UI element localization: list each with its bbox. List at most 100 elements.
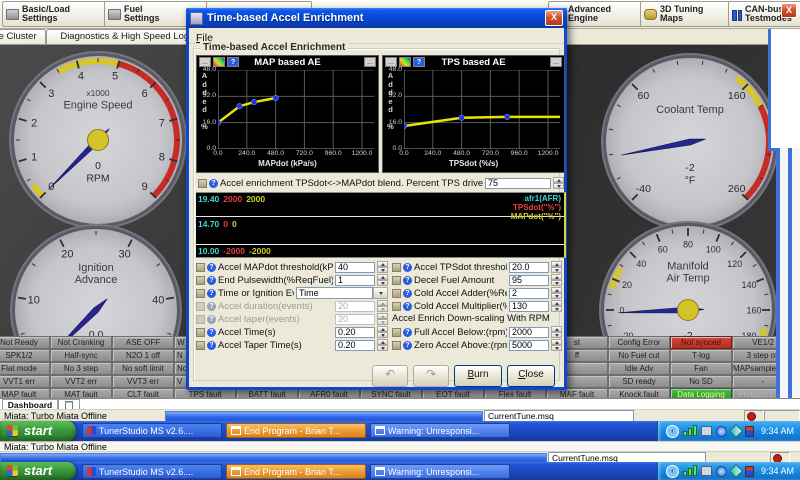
select-arrow[interactable] bbox=[373, 287, 388, 299]
redo-button[interactable]: ↷ bbox=[413, 365, 449, 387]
chart-plot[interactable] bbox=[218, 70, 374, 149]
close-button[interactable]: Close bbox=[507, 365, 555, 387]
chart-plot[interactable] bbox=[404, 70, 560, 149]
spinner[interactable] bbox=[551, 300, 562, 312]
basic-load-settings-button[interactable]: Basic/Load Settings bbox=[2, 1, 108, 27]
help-icon[interactable]: ? bbox=[403, 263, 412, 272]
spinner[interactable] bbox=[377, 326, 388, 338]
dialog-close-icon[interactable]: X bbox=[545, 10, 563, 26]
spinner[interactable] bbox=[377, 300, 388, 312]
status-indicator: No SD bbox=[670, 375, 732, 388]
window-icon bbox=[375, 426, 385, 435]
field-input[interactable] bbox=[335, 340, 375, 351]
field-input[interactable] bbox=[509, 275, 549, 286]
spin-down[interactable] bbox=[377, 306, 388, 312]
start-button[interactable]: start bbox=[0, 421, 76, 441]
x-axis-label: MAPdot (kPa/s) bbox=[197, 159, 378, 168]
chart-title: TPS based AE bbox=[383, 57, 564, 68]
spinner[interactable] bbox=[377, 261, 388, 273]
help-icon[interactable]: ? bbox=[403, 328, 412, 337]
help-icon[interactable]: ? bbox=[403, 289, 412, 298]
task-tunerstudio[interactable]: TunerStudio MS v2.6.... bbox=[82, 423, 222, 438]
field-label: Cold Accel Multiplier(%) bbox=[414, 301, 507, 312]
strip-value: 0 bbox=[232, 219, 237, 229]
globe-icon[interactable] bbox=[716, 466, 727, 477]
chart-map-based-ae[interactable]: ...?...MAP based AE0.016.032.048.00.0240… bbox=[196, 55, 379, 173]
spin-down[interactable] bbox=[553, 183, 564, 189]
spinner[interactable] bbox=[553, 177, 564, 189]
field-input[interactable] bbox=[335, 262, 375, 273]
chart-tps-based-ae[interactable]: ...?...TPS based AE0.016.032.048.00.0240… bbox=[382, 55, 565, 173]
help-icon[interactable]: ? bbox=[209, 179, 218, 188]
spin-down[interactable] bbox=[377, 267, 388, 273]
spin-down[interactable] bbox=[377, 332, 388, 338]
spin-down[interactable] bbox=[551, 267, 562, 273]
tray-chevron-icon[interactable]: ‹ bbox=[666, 425, 679, 438]
spinner[interactable] bbox=[551, 261, 562, 273]
field-input[interactable] bbox=[509, 288, 549, 299]
help-icon[interactable]: ? bbox=[207, 289, 216, 298]
button-label: Basic/Load Settings bbox=[22, 5, 70, 24]
app-close-button[interactable]: X bbox=[781, 3, 797, 18]
help-icon[interactable]: ? bbox=[403, 302, 412, 311]
signal-icon[interactable] bbox=[683, 427, 697, 436]
spin-down[interactable] bbox=[551, 345, 562, 351]
spin-down[interactable] bbox=[551, 280, 562, 286]
dialog-titlebar[interactable]: Time-based Accel Enrichment X bbox=[186, 8, 567, 28]
help-icon[interactable]: ? bbox=[207, 302, 216, 311]
spinner[interactable] bbox=[551, 287, 562, 299]
spinner[interactable] bbox=[551, 274, 562, 286]
device-icon[interactable] bbox=[745, 466, 754, 477]
network-icon[interactable] bbox=[701, 426, 712, 436]
spin-down[interactable] bbox=[377, 280, 388, 286]
field-input[interactable] bbox=[335, 314, 375, 325]
spin-down[interactable] bbox=[377, 319, 388, 325]
start-button[interactable]: start bbox=[0, 462, 76, 480]
field-input[interactable] bbox=[509, 301, 549, 312]
field-input[interactable] bbox=[509, 327, 549, 338]
task-warning[interactable]: Warning: Unresponsi... bbox=[370, 464, 510, 479]
device-icon[interactable] bbox=[745, 426, 754, 437]
spin-down[interactable] bbox=[551, 332, 562, 338]
blend-input[interactable] bbox=[485, 178, 551, 189]
time-or-events-select[interactable]: Time bbox=[296, 287, 388, 299]
spinner[interactable] bbox=[377, 313, 388, 325]
field-label: Accel Taper Time(s) bbox=[218, 340, 333, 351]
task-warning[interactable]: Warning: Unresponsi... bbox=[370, 423, 510, 438]
down-arrow-icon bbox=[381, 269, 385, 272]
spinner[interactable] bbox=[377, 274, 388, 286]
strip-gridline bbox=[196, 244, 564, 245]
field-input[interactable] bbox=[335, 275, 375, 286]
help-icon[interactable]: ? bbox=[207, 328, 216, 337]
tray-chevron-icon[interactable]: ‹ bbox=[666, 465, 679, 478]
help-icon[interactable]: ? bbox=[403, 341, 412, 350]
help-icon[interactable]: ? bbox=[403, 276, 412, 285]
help-icon[interactable]: ? bbox=[207, 341, 216, 350]
globe-icon[interactable] bbox=[716, 426, 727, 437]
network-icon[interactable] bbox=[701, 466, 712, 476]
spin-down[interactable] bbox=[377, 345, 388, 351]
spin-down[interactable] bbox=[551, 306, 562, 312]
field-input[interactable] bbox=[335, 301, 375, 312]
field-input[interactable] bbox=[509, 340, 549, 351]
field-row: ?Accel MAPdot threshold(kPa/s) bbox=[196, 261, 388, 273]
task-tunerstudio[interactable]: TunerStudio MS v2.6.... bbox=[82, 464, 222, 479]
task-end-program[interactable]: End Program - Brian T... bbox=[226, 464, 366, 479]
antivirus-icon[interactable] bbox=[729, 464, 743, 478]
help-icon[interactable]: ? bbox=[207, 263, 216, 272]
tab-gauge-cluster[interactable]: Gauge Cluster bbox=[0, 29, 46, 44]
field-input[interactable] bbox=[335, 327, 375, 338]
undo-button[interactable]: ↶ bbox=[372, 365, 408, 387]
spinner[interactable] bbox=[551, 339, 562, 351]
task-end-program[interactable]: End Program - Brian T... bbox=[226, 423, 366, 438]
antivirus-icon[interactable] bbox=[729, 424, 743, 438]
help-icon[interactable]: ? bbox=[207, 315, 216, 324]
signal-icon[interactable] bbox=[683, 467, 697, 476]
spinner[interactable] bbox=[377, 339, 388, 351]
field-input[interactable] bbox=[509, 262, 549, 273]
spinner[interactable] bbox=[551, 326, 562, 338]
help-icon[interactable]: ? bbox=[207, 276, 216, 285]
spin-down[interactable] bbox=[551, 293, 562, 299]
3d-tuning-maps-button[interactable]: 3D Tuning Maps bbox=[640, 1, 732, 27]
burn-button[interactable]: Burn bbox=[454, 365, 502, 387]
